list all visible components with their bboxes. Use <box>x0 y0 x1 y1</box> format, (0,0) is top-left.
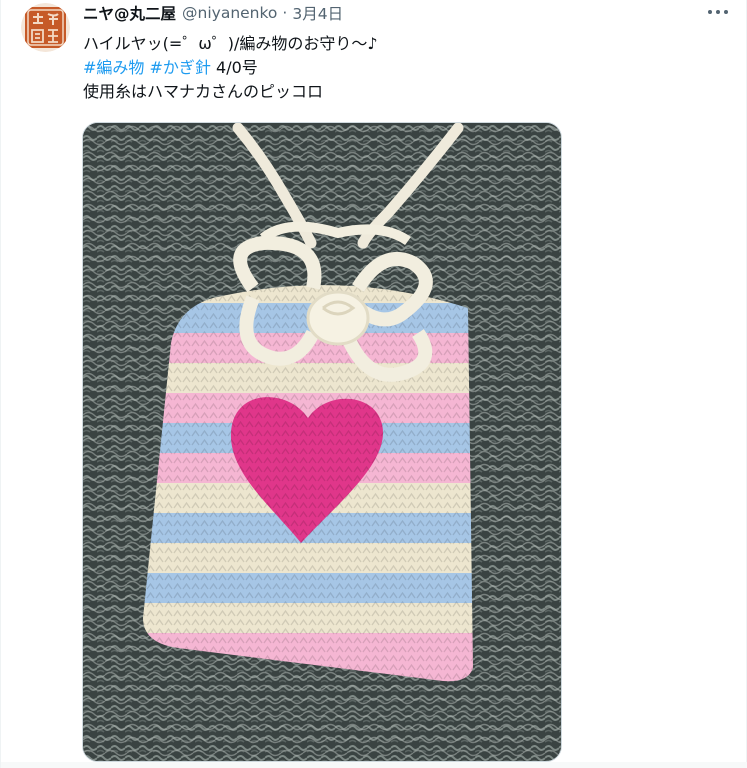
tweet-text: ハイルヤッ(=゜ω゜)/編み物のお守り～♪ #編み物 #かぎ針 4/0号 使用糸… <box>83 32 378 104</box>
tweet-divider <box>1 762 747 768</box>
tweet-text-line-1: ハイルヤッ(=゜ω゜)/編み物のお守り～♪ <box>83 34 378 53</box>
hashtag-link[interactable]: #編み物 <box>83 58 144 77</box>
more-dots-icon[interactable] <box>708 4 728 20</box>
tweet-date[interactable]: 3月4日 <box>292 2 343 24</box>
author-display-name[interactable]: ニヤ@丸二屋 <box>83 2 176 24</box>
header-separator: · <box>282 4 288 22</box>
tweet-text-line-3: 使用糸はハマナカさんのピッコロ <box>83 82 324 101</box>
seal-avatar-icon <box>21 3 70 52</box>
hashtag-link[interactable]: #かぎ針 <box>150 58 211 77</box>
tweet-header: ニヤ@丸二屋 @niyanenko · 3月4日 <box>83 2 343 24</box>
hook-size-text: 4/0号 <box>216 58 258 77</box>
tweet-photo[interactable] <box>82 122 562 762</box>
crochet-omamori-photo <box>83 123 561 761</box>
author-avatar[interactable] <box>21 3 70 52</box>
author-handle[interactable]: @niyanenko <box>182 4 277 22</box>
tweet-card[interactable]: ニヤ@丸二屋 @niyanenko · 3月4日 ハイルヤッ(=゜ω゜)/編み物… <box>0 0 747 768</box>
tweet-text-line-2: #編み物 #かぎ針 4/0号 <box>83 56 378 80</box>
